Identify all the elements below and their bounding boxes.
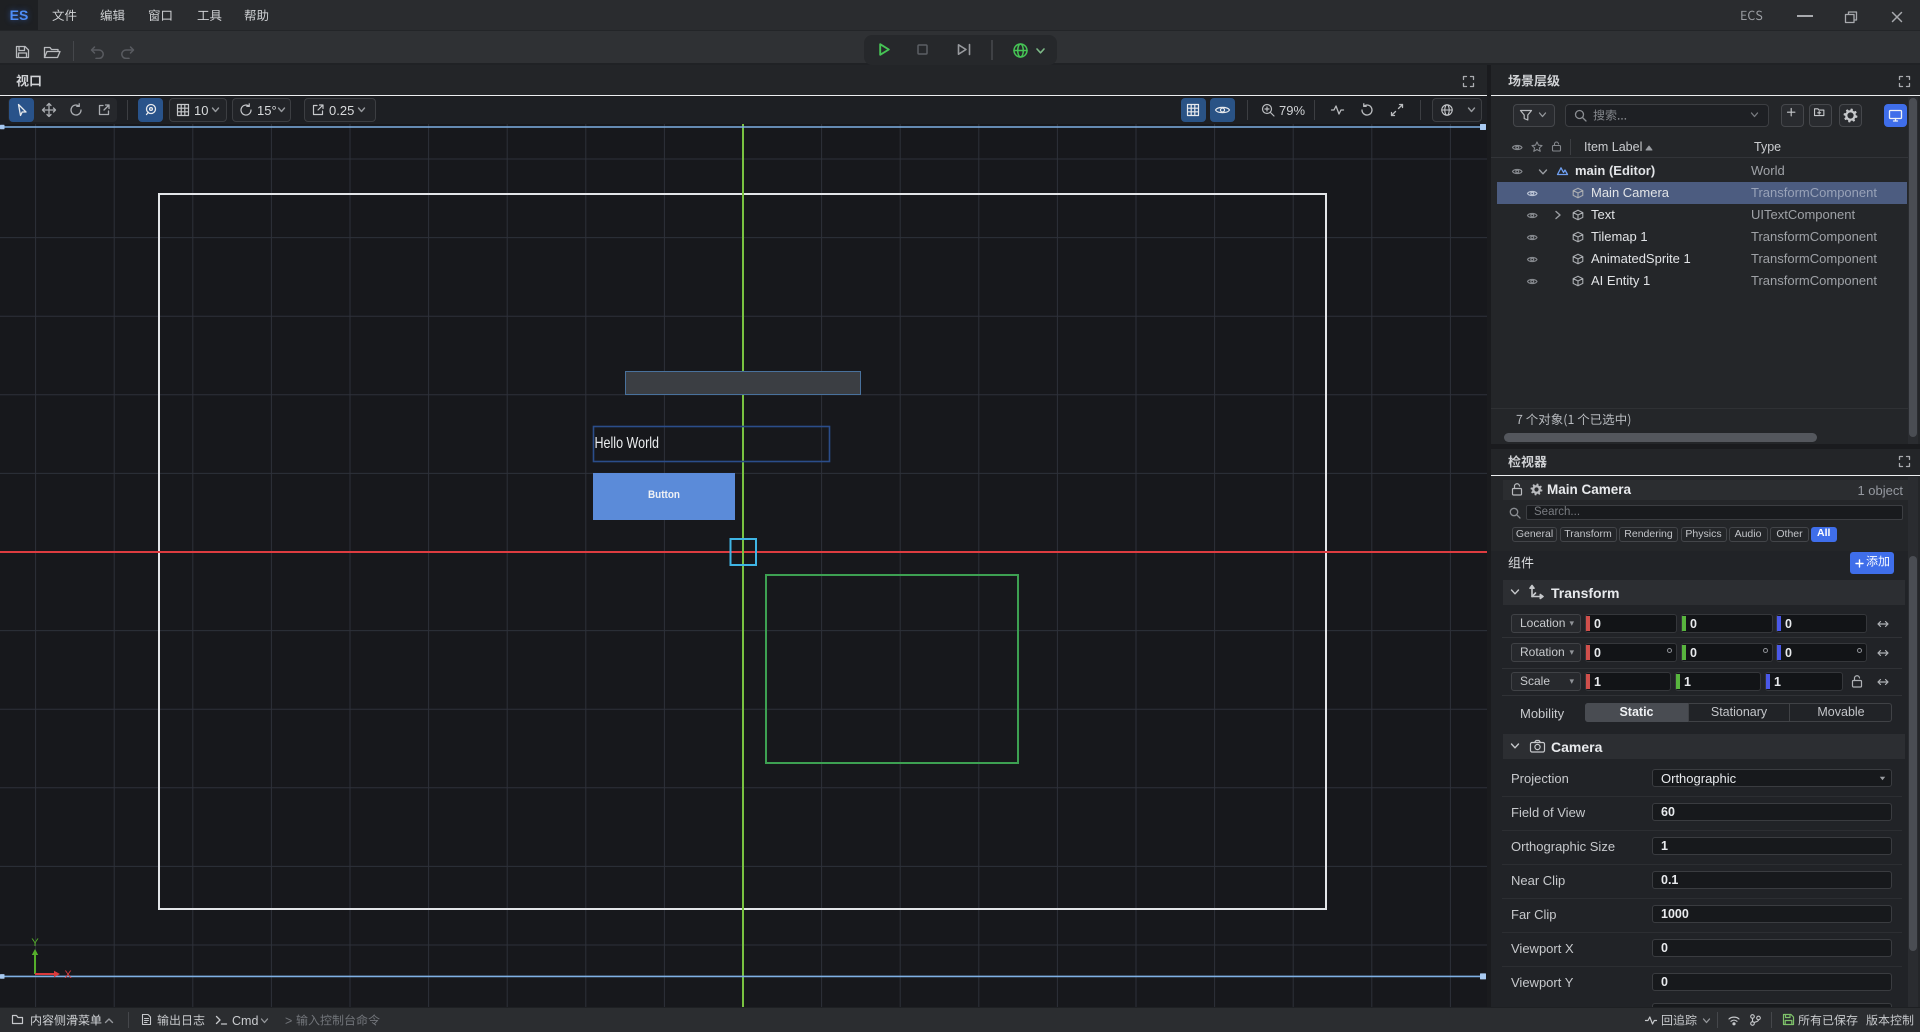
svg-text:Y: Y: [31, 937, 39, 949]
svg-text:X: X: [64, 969, 72, 981]
svg-text:Hello World: Hello World: [595, 435, 660, 452]
svg-text:Button: Button: [648, 489, 680, 501]
